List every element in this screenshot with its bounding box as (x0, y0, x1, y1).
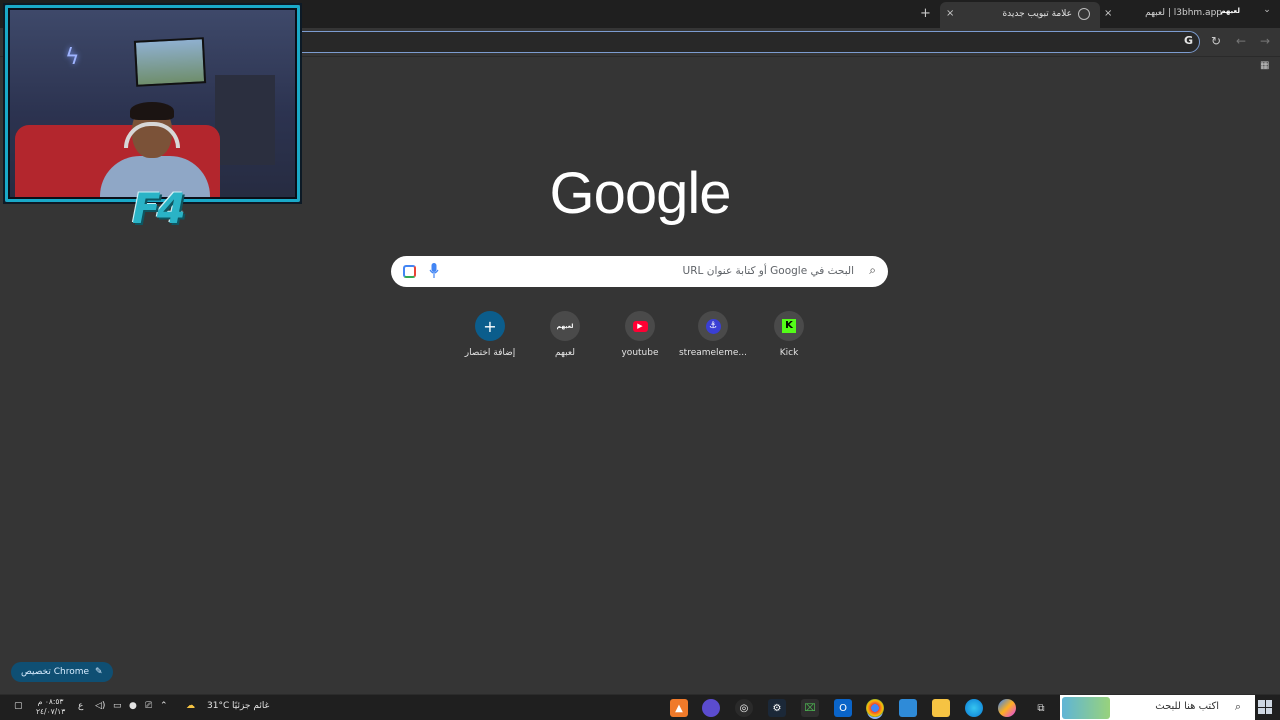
shortcut-youtube[interactable]: ▶ youtube (605, 311, 675, 358)
shortcut-label: streameleme... (678, 348, 747, 358)
search-box[interactable]: ⌕ البحث في Google أو كتابة عنوان URL (391, 256, 888, 287)
tray-chevron-icon[interactable]: ⌃ (160, 701, 168, 711)
reload-icon[interactable]: ↻ (1211, 34, 1221, 48)
google-icon: G (1183, 34, 1193, 47)
tab-search-button[interactable]: ⌄ (1258, 5, 1276, 21)
weather-text: غائم جزئيًا (232, 701, 270, 711)
l3bhm-favicon-icon: لعبهم (1220, 7, 1240, 15)
language-indicator[interactable]: ع (78, 701, 83, 711)
chrome-icon[interactable] (866, 699, 884, 717)
shortcut-label: youtube (621, 348, 659, 358)
obs-icon[interactable]: ◎ (735, 699, 753, 717)
customize-label: تخصيص Chrome (21, 667, 90, 677)
search-highlight-image (1062, 697, 1110, 719)
tab-title: علامة تبويب جديدة (1002, 9, 1072, 19)
network-icon[interactable]: ⎚ (145, 701, 152, 711)
youtube-play-icon: ▶ (632, 320, 648, 332)
steam-icon[interactable]: ⚙ (768, 699, 786, 717)
streamelements-icon: ⚓ (698, 311, 728, 341)
customize-chrome-button[interactable]: تخصيص Chrome ✎ (11, 662, 113, 682)
windows-start-icon[interactable] (1258, 700, 1272, 714)
tab-new-tab[interactable]: × علامة تبويب جديدة (940, 2, 1100, 28)
youtube-icon: ▶ (625, 311, 655, 341)
clock[interactable]: ٠٨:٥٣ م ٢٤/٠٧/١٣ (36, 697, 65, 717)
vlc-icon[interactable]: ▲ (670, 699, 688, 717)
shortcut-add[interactable]: + إضافة اختصار (455, 311, 525, 358)
taskbar-search-placeholder: اكتب هنا للبحث (1155, 701, 1219, 712)
search-placeholder: البحث في Google أو كتابة عنوان URL (682, 265, 854, 277)
tab-l3bhm[interactable]: × لعبهم | l3bhm.app لعبهم (1100, 3, 1250, 25)
clock-date: ٢٤/٠٧/١٣ (36, 707, 66, 716)
tab-title: لعبهم | l3bhm.app (1145, 8, 1222, 18)
copilot-icon[interactable] (998, 699, 1016, 717)
new-tab-button[interactable]: + (920, 6, 931, 21)
screen: + × علامة تبويب جديدة × لعبهم | l3bhm.ap… (0, 0, 1280, 720)
anchor-icon: ⚓ (705, 318, 721, 334)
taskbar: ⌕ اكتب هنا للبحث ⧉ O ⌧ ⚙ ◎ ▲ غائم جزئيًا… (0, 694, 1280, 720)
google-lens-icon[interactable] (403, 265, 416, 278)
shortcut-label: Kick (779, 348, 799, 358)
search-icon: ⌕ (869, 263, 876, 277)
kick-icon: K (774, 311, 804, 341)
weather-temp[interactable]: 31°C (207, 701, 229, 711)
edge-icon[interactable] (965, 699, 983, 717)
shortcut-streamelements[interactable]: ⚓ streameleme... (678, 311, 748, 358)
taskbar-search[interactable]: ⌕ اكتب هنا للبحث (1060, 695, 1255, 720)
notifications-icon[interactable]: ▢ (14, 701, 23, 711)
shortcut-label: لعبهم (555, 348, 575, 358)
weather-icon: ☁ (186, 701, 195, 711)
forward-arrow-icon[interactable]: → (1260, 34, 1270, 48)
chrome-favicon-icon (1078, 8, 1090, 20)
back-arrow-icon[interactable]: ← (1236, 34, 1246, 48)
outlook-icon[interactable]: O (834, 699, 852, 717)
task-view-icon[interactable]: ⧉ (1032, 699, 1050, 717)
pencil-icon: ✎ (95, 667, 103, 677)
microphone-tray-icon[interactable]: ● (129, 701, 137, 711)
kick-logo-icon: K (782, 319, 796, 333)
file-explorer-icon[interactable] (932, 699, 950, 717)
search-icon: ⌕ (1234, 700, 1241, 713)
l3bhm-icon: لعبهم (550, 311, 580, 341)
clock-time: ٠٨:٥٣ م (37, 697, 64, 706)
tab-close-icon[interactable]: × (946, 8, 954, 19)
shortcut-label: إضافة اختصار (464, 348, 516, 358)
shortcuts: + إضافة اختصار لعبهم لعبهم ▶ youtube ⚓ s… (455, 311, 825, 371)
shortcut-l3bhm[interactable]: لعبهم لعبهم (530, 311, 600, 358)
microphone-icon[interactable] (429, 263, 439, 279)
apps-grid-icon[interactable]: ▦ (1260, 60, 1269, 71)
google-logo: Google (549, 161, 731, 226)
plus-icon: + (475, 311, 505, 341)
discord-icon[interactable] (702, 699, 720, 717)
monitor-icon[interactable]: ▭ (113, 701, 122, 711)
tab-close-icon[interactable]: × (1104, 8, 1112, 19)
microsoft-store-icon[interactable] (899, 699, 917, 717)
shortcut-kick[interactable]: K Kick (754, 311, 824, 358)
address-bar[interactable]: G (260, 31, 1200, 53)
volume-icon[interactable]: ◁) (95, 701, 105, 711)
xbox-icon[interactable]: ⌧ (801, 699, 819, 717)
